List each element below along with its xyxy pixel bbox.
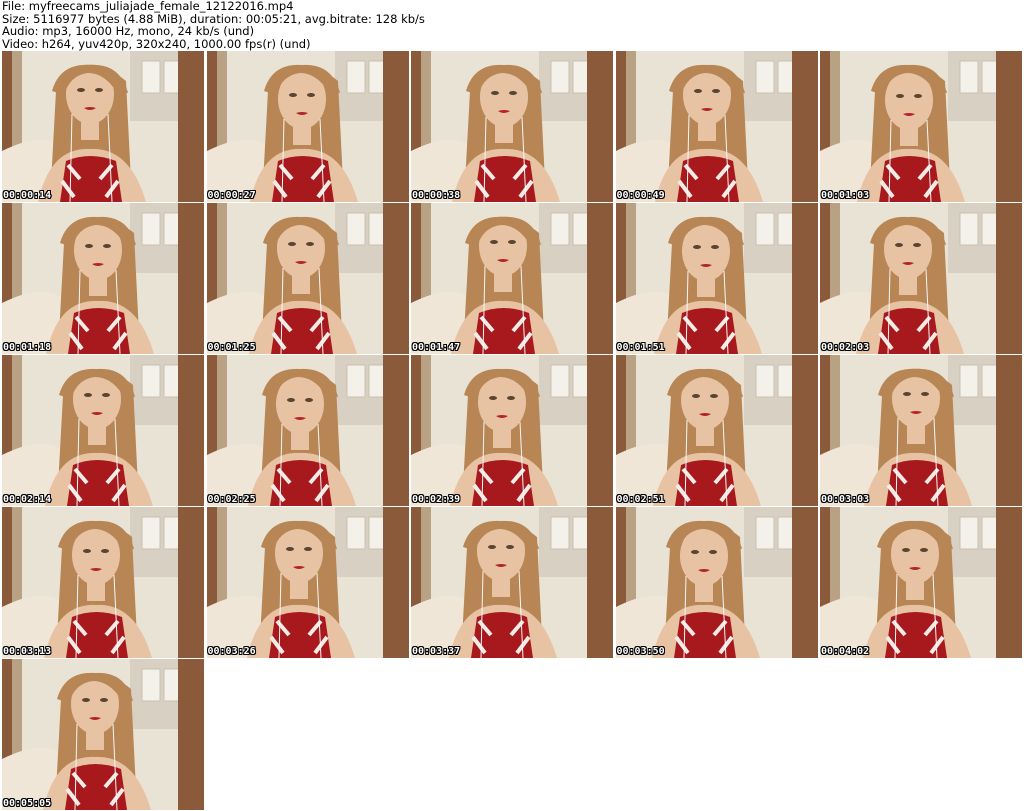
frame-image bbox=[615, 355, 818, 506]
frame-image bbox=[206, 355, 409, 506]
frame-image bbox=[820, 51, 1022, 202]
file-name-line: File: myfreecams_juliajade_female_121220… bbox=[2, 0, 294, 13]
frame-image bbox=[206, 203, 409, 354]
frame-timestamp: 00:03:03 bbox=[821, 494, 870, 505]
frame-timestamp: 00:03:26 bbox=[207, 646, 256, 657]
video-frame-thumbnail: 00:00:14 bbox=[2, 51, 204, 202]
frame-timestamp: 00:02:03 bbox=[821, 342, 870, 353]
frame-image bbox=[206, 507, 409, 658]
frame-image bbox=[820, 355, 1022, 506]
video-frame-thumbnail: 00:03:50 bbox=[615, 507, 818, 658]
video-frame-thumbnail: 00:03:37 bbox=[411, 507, 613, 658]
video-frame-thumbnail: 00:00:49 bbox=[615, 51, 818, 202]
video-frame-thumbnail: 00:01:51 bbox=[615, 203, 818, 354]
frame-image bbox=[411, 507, 613, 658]
frame-image bbox=[615, 507, 818, 658]
frame-image bbox=[615, 203, 818, 354]
frame-image bbox=[2, 355, 204, 506]
frame-timestamp: 00:03:37 bbox=[412, 646, 461, 657]
frame-timestamp: 00:01:51 bbox=[616, 342, 665, 353]
video-frame-thumbnail: 00:05:05 bbox=[2, 659, 204, 810]
video-frame-thumbnail: 00:02:25 bbox=[206, 355, 409, 506]
frame-timestamp: 00:01:25 bbox=[207, 342, 256, 353]
thumbnail-grid: 00:00:14 00:00:27 00:00:38 00:00:49 00:0… bbox=[2, 51, 1022, 810]
frame-timestamp: 00:00:14 bbox=[3, 190, 52, 201]
frame-timestamp: 00:03:13 bbox=[3, 646, 52, 657]
frame-timestamp: 00:01:18 bbox=[3, 342, 52, 353]
frame-image bbox=[206, 51, 409, 202]
frame-timestamp: 00:02:51 bbox=[616, 494, 665, 505]
video-frame-thumbnail: 00:02:51 bbox=[615, 355, 818, 506]
frame-timestamp: 00:01:03 bbox=[821, 190, 870, 201]
frame-timestamp: 00:03:50 bbox=[616, 646, 665, 657]
video-frame-thumbnail: 00:01:47 bbox=[411, 203, 613, 354]
frame-timestamp: 00:02:39 bbox=[412, 494, 461, 505]
video-frame-thumbnail: 00:00:27 bbox=[206, 51, 409, 202]
frame-timestamp: 00:00:49 bbox=[616, 190, 665, 201]
frame-timestamp: 00:05:05 bbox=[3, 798, 52, 809]
frame-timestamp: 00:00:27 bbox=[207, 190, 256, 201]
frame-image bbox=[615, 51, 818, 202]
video-frame-thumbnail: 00:01:25 bbox=[206, 203, 409, 354]
video-frame-thumbnail: 00:01:03 bbox=[820, 51, 1022, 202]
frame-timestamp: 00:02:25 bbox=[207, 494, 256, 505]
frame-image bbox=[820, 507, 1022, 658]
frame-image bbox=[2, 51, 204, 202]
video-frame-thumbnail: 00:02:39 bbox=[411, 355, 613, 506]
frame-image bbox=[411, 355, 613, 506]
video-info-line: Video: h264, yuv420p, 320x240, 1000.00 f… bbox=[2, 36, 311, 51]
video-frame-thumbnail: 00:02:14 bbox=[2, 355, 204, 506]
video-frame-thumbnail: 00:03:13 bbox=[2, 507, 204, 658]
frame-image bbox=[820, 203, 1022, 354]
audio-info-line: Audio: mp3, 16000 Hz, mono, 24 kb/s (und… bbox=[2, 24, 255, 38]
video-frame-thumbnail: 00:04:02 bbox=[820, 507, 1022, 658]
frame-timestamp: 00:01:47 bbox=[412, 342, 461, 353]
frame-image bbox=[2, 507, 204, 658]
video-info-header: File: myfreecams_juliajade_female_121220… bbox=[2, 0, 1020, 50]
frame-image bbox=[411, 203, 613, 354]
frame-image bbox=[2, 203, 204, 354]
video-frame-thumbnail: 00:02:03 bbox=[820, 203, 1022, 354]
frame-image bbox=[2, 659, 204, 810]
frame-timestamp: 00:04:02 bbox=[821, 646, 870, 657]
video-frame-thumbnail: 00:03:26 bbox=[206, 507, 409, 658]
frame-image bbox=[411, 51, 613, 202]
video-frame-thumbnail: 00:00:38 bbox=[411, 51, 613, 202]
video-frame-thumbnail: 00:01:18 bbox=[2, 203, 204, 354]
frame-timestamp: 00:00:38 bbox=[412, 190, 461, 201]
video-frame-thumbnail: 00:03:03 bbox=[820, 355, 1022, 506]
frame-timestamp: 00:02:14 bbox=[3, 494, 52, 505]
